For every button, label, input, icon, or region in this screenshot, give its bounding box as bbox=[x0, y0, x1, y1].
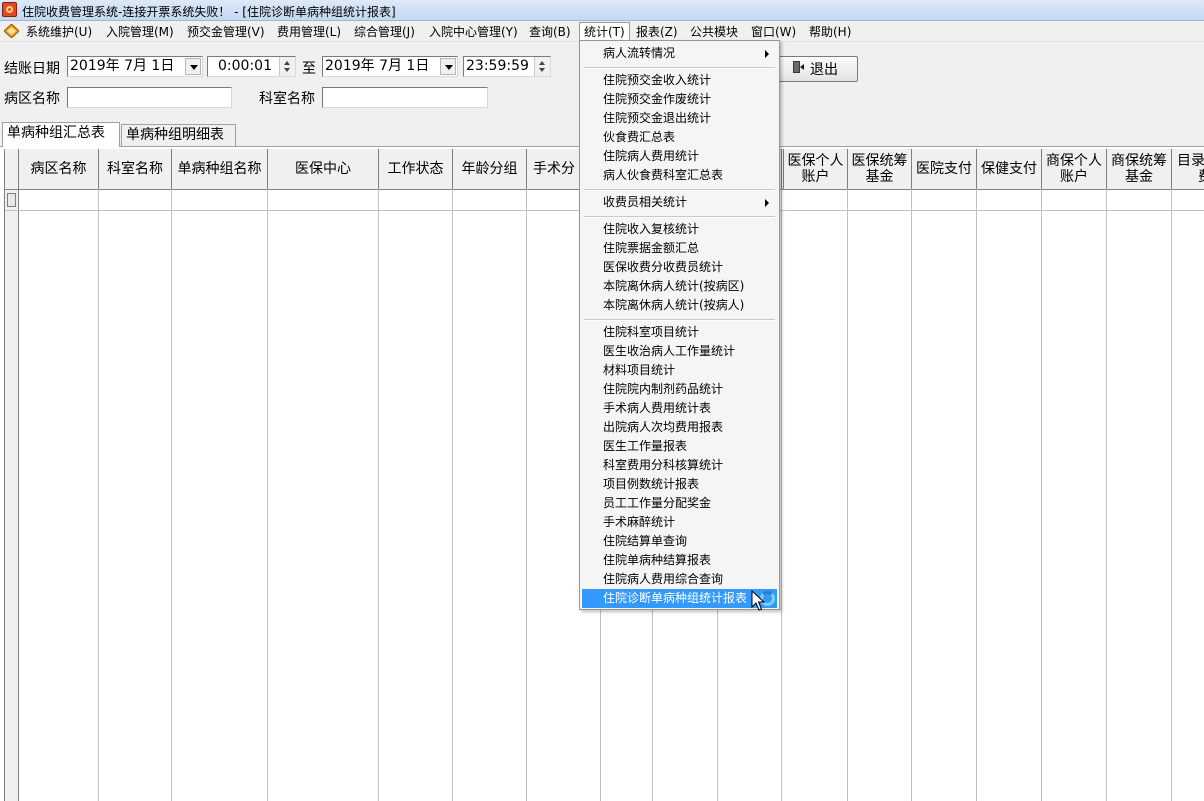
menu-item-deposit-refund[interactable]: 住院预交金退出统计 bbox=[582, 109, 777, 128]
statistics-dropdown-menu: 病人流转情况 住院预交金收入统计 住院预交金作废统计 住院预交金退出统计 伙食费… bbox=[579, 40, 780, 610]
start-date-dropdown-icon[interactable] bbox=[185, 58, 201, 75]
current-row-indicator bbox=[7, 193, 16, 207]
menu-item-retired-by-patient[interactable]: 本院离休病人统计(按病人) bbox=[582, 296, 777, 315]
menu-item-doctor-workload[interactable]: 医生工作量报表 bbox=[582, 437, 777, 456]
exit-button[interactable]: 退出 bbox=[777, 56, 858, 82]
menu-separator bbox=[584, 67, 775, 69]
menu-window[interactable]: 窗口(W) bbox=[751, 23, 796, 40]
menu-item-discharge-avg-cost[interactable]: 出院病人次均费用报表 bbox=[582, 418, 777, 437]
exit-button-label: 退出 bbox=[810, 62, 838, 78]
menu-item-meal-dept-summary[interactable]: 病人伙食费科室汇总表 bbox=[582, 166, 777, 185]
column-header[interactable]: 保健支付 bbox=[977, 149, 1042, 189]
menu-item-cashier-stats[interactable]: 收费员相关统计 bbox=[582, 193, 777, 212]
menu-system-maintenance[interactable]: 系统维护(U) bbox=[26, 23, 92, 40]
row-indicator-column bbox=[5, 149, 19, 801]
start-time-field[interactable]: 0:00:01 bbox=[207, 56, 296, 77]
menu-item-surgery-fees[interactable]: 手术病人费用统计表 bbox=[582, 399, 777, 418]
system-menu-icon[interactable] bbox=[4, 24, 19, 38]
start-date-value: 2019年 7月 1日 bbox=[70, 58, 175, 74]
menu-item-materials[interactable]: 材料项目统计 bbox=[582, 361, 777, 380]
ward-name-label: 病区名称 bbox=[4, 91, 60, 107]
end-date-value: 2019年 7月 1日 bbox=[325, 58, 430, 74]
menu-item-single-disease-settlement[interactable]: 住院单病种结算报表 bbox=[582, 551, 777, 570]
menu-query[interactable]: 查询(B) bbox=[529, 23, 571, 40]
column-header[interactable]: 商保统筹基金 bbox=[1107, 149, 1172, 189]
window-title: 住院收费管理系统-连接开票系统失败！ - [住院诊断单病种组统计报表] bbox=[22, 5, 396, 19]
menu-item-staff-bonus[interactable]: 员工工作量分配奖金 bbox=[582, 494, 777, 513]
end-date-picker[interactable]: 2019年 7月 1日 bbox=[322, 56, 458, 77]
menu-reports[interactable]: 报表(Z) bbox=[636, 23, 678, 40]
app-logo-icon bbox=[2, 2, 17, 17]
column-header[interactable]: 医院支付 bbox=[912, 149, 977, 189]
header-corner bbox=[5, 149, 19, 189]
menu-item-diagnosis-group-report[interactable]: 住院诊断单病种组统计报表 bbox=[582, 589, 777, 608]
menu-admission-center[interactable]: 入院中心管理(Y) bbox=[429, 23, 518, 40]
menu-item-item-cases[interactable]: 项目例数统计报表 bbox=[582, 475, 777, 494]
end-time-value: 23:59:59 bbox=[466, 58, 529, 74]
dept-name-input[interactable] bbox=[322, 87, 488, 108]
menu-admission[interactable]: 入院管理(M) bbox=[106, 23, 174, 40]
column-header[interactable]: 商保个人账户 bbox=[1042, 149, 1107, 189]
column-header[interactable]: 科室名称 bbox=[99, 149, 172, 189]
menu-fees[interactable]: 费用管理(L) bbox=[277, 23, 341, 40]
title-bar: 住院收费管理系统-连接开票系统失败！ - [住院诊断单病种组统计报表] bbox=[0, 0, 1204, 21]
menu-separator bbox=[584, 216, 775, 218]
menu-item-deposit-void[interactable]: 住院预交金作废统计 bbox=[582, 90, 777, 109]
menu-separator bbox=[584, 319, 775, 321]
to-label: 至 bbox=[302, 61, 316, 77]
column-header[interactable]: 病区名称 bbox=[19, 149, 99, 189]
column-header[interactable]: 单病种组名称 bbox=[172, 149, 268, 189]
menu-item-doctor-admissions[interactable]: 医生收治病人工作量统计 bbox=[582, 342, 777, 361]
menu-item-invoice-amount[interactable]: 住院票据金额汇总 bbox=[582, 239, 777, 258]
dept-name-label: 科室名称 bbox=[259, 91, 315, 107]
menu-separator bbox=[584, 189, 775, 191]
start-time-spinner[interactable] bbox=[279, 57, 295, 76]
column-header[interactable]: 医保中心 bbox=[268, 149, 379, 189]
menu-item-settlement-query[interactable]: 住院结算单查询 bbox=[582, 532, 777, 551]
menu-item-dept-items[interactable]: 住院科室项目统计 bbox=[582, 323, 777, 342]
menu-item-inpatient-fees[interactable]: 住院病人费用统计 bbox=[582, 147, 777, 166]
menu-item-income-review[interactable]: 住院收入复核统计 bbox=[582, 220, 777, 239]
end-time-spinner[interactable] bbox=[534, 57, 550, 76]
settlement-date-label: 结账日期 bbox=[4, 61, 60, 77]
menu-item-patient-flow[interactable]: 病人流转情况 bbox=[582, 44, 777, 63]
menu-bar: 系统维护(U) 入院管理(M) 预交金管理(V) 费用管理(L) 综合管理(J)… bbox=[0, 21, 1204, 42]
menu-item-retired-by-ward[interactable]: 本院离休病人统计(按病区) bbox=[582, 277, 777, 296]
end-date-dropdown-icon[interactable] bbox=[440, 58, 456, 75]
menu-help[interactable]: 帮助(H) bbox=[809, 23, 851, 40]
menu-item-inhouse-preparations[interactable]: 住院院内制剂药品统计 bbox=[582, 380, 777, 399]
menu-item-dept-cost-accounting[interactable]: 科室费用分科核算统计 bbox=[582, 456, 777, 475]
menu-common-modules[interactable]: 公共模块 bbox=[690, 23, 738, 40]
column-header[interactable]: 工作状态 bbox=[379, 149, 453, 189]
menu-item-meal-summary[interactable]: 伙食费汇总表 bbox=[582, 128, 777, 147]
start-time-value: 0:00:01 bbox=[218, 58, 272, 74]
exit-door-icon bbox=[792, 60, 804, 74]
menu-item-anesthesia[interactable]: 手术麻醉统计 bbox=[582, 513, 777, 532]
column-header[interactable]: 目录外自费 bbox=[1172, 149, 1204, 189]
ward-name-input[interactable] bbox=[67, 87, 232, 108]
menu-item-deposit-income[interactable]: 住院预交金收入统计 bbox=[582, 71, 777, 90]
column-header[interactable]: 医保统筹基金 bbox=[848, 149, 912, 189]
column-header[interactable]: 年龄分组 bbox=[453, 149, 527, 189]
mouse-cursor-icon bbox=[751, 590, 765, 611]
end-time-field[interactable]: 23:59:59 bbox=[463, 56, 551, 77]
menu-statistics[interactable]: 统计(T) bbox=[579, 22, 630, 40]
tab-summary[interactable]: 单病种组汇总表 bbox=[2, 122, 120, 147]
menu-item-diagnosis-group-label: 住院诊断单病种组统计报表 bbox=[603, 591, 748, 605]
tab-detail[interactable]: 单病种组明细表 bbox=[121, 124, 236, 146]
menu-general[interactable]: 综合管理(J) bbox=[354, 23, 415, 40]
start-date-picker[interactable]: 2019年 7月 1日 bbox=[67, 56, 203, 77]
menu-item-fee-comprehensive-query[interactable]: 住院病人费用综合查询 bbox=[582, 570, 777, 589]
menu-item-insurance-by-cashier[interactable]: 医保收费分收费员统计 bbox=[582, 258, 777, 277]
column-header[interactable]: 医保个人账户 bbox=[784, 149, 848, 189]
menu-deposit[interactable]: 预交金管理(V) bbox=[187, 23, 265, 40]
